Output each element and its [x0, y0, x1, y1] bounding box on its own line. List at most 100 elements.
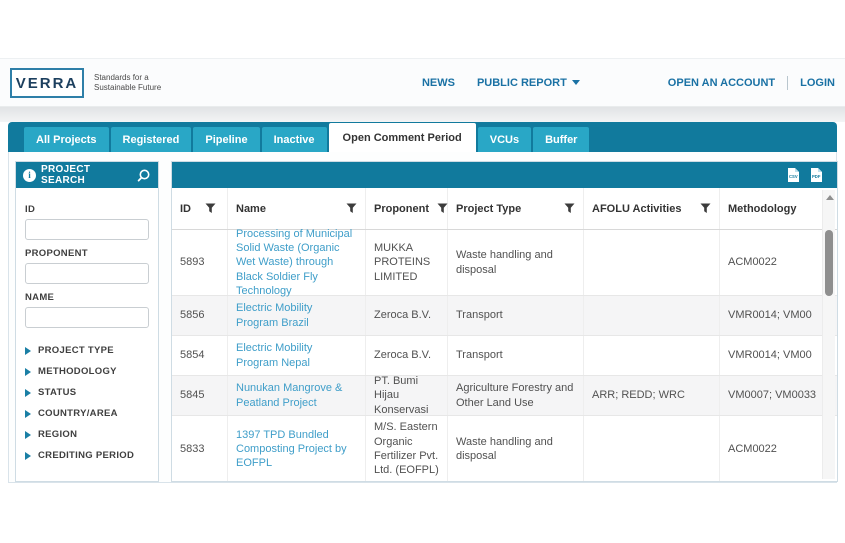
sidebar-sections: PROJECT TYPE METHODOLOGY STATUS COU	[25, 340, 149, 466]
section-methodology[interactable]: METHODOLOGY	[25, 361, 149, 382]
tagline-line-2: Sustainable Future	[94, 83, 161, 93]
cell-afolu	[584, 230, 720, 295]
filter-icon[interactable]	[437, 203, 448, 214]
filter-icon[interactable]	[205, 203, 216, 214]
section-status[interactable]: STATUS	[25, 382, 149, 403]
id-label: ID	[25, 204, 149, 215]
tab-vcus[interactable]: VCUs	[478, 127, 531, 152]
search-icon[interactable]	[136, 168, 151, 183]
project-link[interactable]: Electric Mobility Program Brazil	[236, 301, 357, 330]
column-header-id: ID	[172, 188, 228, 229]
filter-icon[interactable]	[700, 203, 711, 214]
table-scrollbar[interactable]	[822, 190, 835, 479]
tab-all-projects[interactable]: All Projects	[24, 127, 109, 152]
scrollbar-thumb[interactable]	[825, 230, 833, 296]
expand-arrow-icon	[25, 347, 31, 355]
cell-id: 5854	[172, 336, 228, 375]
nav-open-account[interactable]: OPEN AN ACCOUNT	[668, 77, 775, 89]
project-link[interactable]: Nunukan Mangrove & Peatland Project	[236, 381, 357, 410]
pdf-export-icon[interactable]: PDF	[810, 167, 823, 183]
nav-news[interactable]: NEWS	[422, 77, 455, 89]
logo-tagline: Standards for a Sustainable Future	[94, 73, 161, 94]
table-row: 5845 Nunukan Mangrove & Peatland Project…	[172, 376, 837, 416]
cell-afolu: ARR; REDD; WRC	[584, 376, 720, 415]
cell-methodology: VMR0014; VM00	[720, 296, 837, 335]
cell-methodology: VM0007; VM0033	[720, 376, 837, 415]
panel-body: i PROJECT SEARCH ID PROPONENT NAME	[8, 152, 837, 483]
cell-proponent: MUKKA PROTEINS LIMITED	[366, 230, 448, 295]
nav-public-report[interactable]: PUBLIC REPORT	[477, 77, 580, 89]
filter-icon[interactable]	[346, 203, 357, 214]
cell-project-type: Waste handling and disposal	[448, 230, 584, 295]
cell-afolu	[584, 416, 720, 482]
expand-arrow-icon	[25, 410, 31, 418]
cell-id: 5856	[172, 296, 228, 335]
column-header-project-type: Project Type	[448, 188, 584, 229]
scroll-up-icon[interactable]	[826, 195, 834, 200]
nav-divider	[787, 76, 788, 90]
chevron-down-icon	[572, 80, 580, 85]
tab-strip: All Projects Registered Pipeline Inactiv…	[8, 122, 837, 152]
project-link[interactable]: 1397 TPD Bundled Composting Project by E…	[236, 428, 357, 471]
info-icon: i	[23, 169, 36, 182]
column-header-proponent: Proponent	[366, 188, 448, 229]
tab-registered[interactable]: Registered	[111, 127, 192, 152]
sidebar-title: PROJECT SEARCH	[41, 164, 136, 186]
section-region[interactable]: REGION	[25, 424, 149, 445]
main-panel: All Projects Registered Pipeline Inactiv…	[8, 122, 837, 483]
section-project-type[interactable]: PROJECT TYPE	[25, 340, 149, 361]
project-link[interactable]: Processing of Municipal Solid Waste (Org…	[236, 227, 357, 298]
verra-registry-page: VERRA Standards for a Sustainable Future…	[0, 0, 845, 543]
cell-proponent: Zeroca B.V.	[366, 336, 448, 375]
proponent-input[interactable]	[25, 263, 149, 284]
cell-proponent: Zeroca B.V.	[366, 296, 448, 335]
table-body: 5893 Processing of Municipal Solid Waste…	[172, 230, 837, 482]
cell-project-type: Transport	[448, 336, 584, 375]
section-country-area[interactable]: COUNTRY/AREA	[25, 403, 149, 424]
tagline-line-1: Standards for a	[94, 73, 161, 83]
results-table-card: CSV PDF ID	[171, 161, 838, 482]
tab-pipeline[interactable]: Pipeline	[193, 127, 259, 152]
svg-text:PDF: PDF	[812, 174, 821, 179]
cell-methodology: ACM0022	[720, 230, 837, 295]
table-row: 5833 1397 TPD Bundled Composting Project…	[172, 416, 837, 482]
verra-logo-text: VERRA	[16, 75, 79, 92]
expand-arrow-icon	[25, 368, 31, 376]
section-crediting-period[interactable]: CREDITING PERIOD	[25, 445, 149, 466]
site-header: VERRA Standards for a Sustainable Future…	[0, 58, 845, 107]
tab-inactive[interactable]: Inactive	[262, 127, 327, 152]
table-row: 5854 Electric Mobility Program Nepal Zer…	[172, 336, 837, 376]
column-header-afolu-activities: AFOLU Activities	[584, 188, 720, 229]
filter-icon[interactable]	[564, 203, 575, 214]
cell-id: 5833	[172, 416, 228, 482]
tabs: All Projects Registered Pipeline Inactiv…	[24, 123, 589, 152]
verra-logo[interactable]: VERRA	[10, 68, 84, 98]
svg-text:CSV: CSV	[789, 174, 798, 179]
top-nav: NEWS PUBLIC REPORT OPEN AN ACCOUNT LOGIN	[422, 59, 835, 106]
tab-buffer[interactable]: Buffer	[533, 127, 589, 152]
column-header-methodology: Methodology	[720, 188, 837, 229]
cell-proponent: M/S. Eastern Organic Fertilizer Pvt. Ltd…	[366, 416, 448, 482]
table-row: 5856 Electric Mobility Program Brazil Ze…	[172, 296, 837, 336]
cell-project-type: Transport	[448, 296, 584, 335]
cell-methodology: ACM0022	[720, 416, 837, 482]
csv-export-icon[interactable]: CSV	[787, 167, 800, 183]
project-link[interactable]: Electric Mobility Program Nepal	[236, 341, 357, 370]
cell-id: 5845	[172, 376, 228, 415]
cell-afolu	[584, 336, 720, 375]
sidebar-header-bar: i PROJECT SEARCH	[16, 162, 158, 188]
tab-open-comment-period[interactable]: Open Comment Period	[329, 123, 476, 152]
name-input[interactable]	[25, 307, 149, 328]
id-input[interactable]	[25, 219, 149, 240]
cell-proponent: PT. Bumi Hijau Konservasi	[366, 376, 448, 415]
project-search-sidebar: i PROJECT SEARCH ID PROPONENT NAME	[15, 161, 159, 482]
expand-arrow-icon	[25, 431, 31, 439]
expand-arrow-icon	[25, 389, 31, 397]
cell-project-type: Waste handling and disposal	[448, 416, 584, 482]
nav-login[interactable]: LOGIN	[800, 77, 835, 89]
cell-afolu	[584, 296, 720, 335]
cell-id: 5893	[172, 230, 228, 295]
column-header-name: Name	[228, 188, 366, 229]
table-row: 5893 Processing of Municipal Solid Waste…	[172, 230, 837, 296]
expand-arrow-icon	[25, 452, 31, 460]
